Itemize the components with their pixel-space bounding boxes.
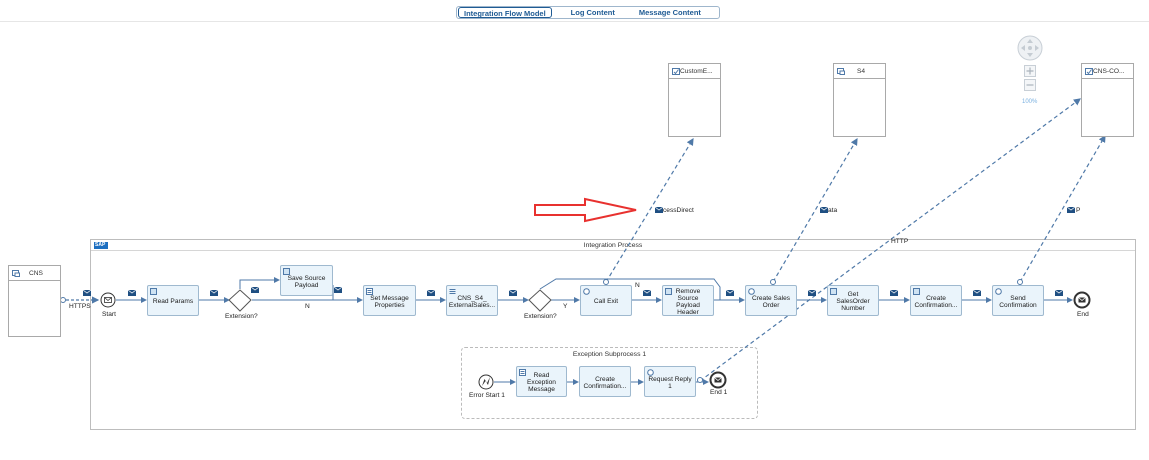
step-create-confirmation[interactable]: Create Confirmation...	[910, 285, 962, 316]
step-create-confirmation-exception[interactable]: Create Confirmation...	[579, 366, 631, 397]
step-read-params[interactable]: Read Params	[147, 285, 199, 316]
end1-label: End 1	[710, 389, 728, 396]
step-call-exit[interactable]: Call Exit	[580, 285, 632, 316]
step-label: Set Message Properties	[370, 294, 409, 309]
script-icon	[283, 268, 290, 275]
flow-label-y: Y	[563, 303, 568, 310]
end-label: End	[1077, 311, 1089, 318]
participant-icon	[12, 270, 20, 277]
message-flows[interactable]	[605, 98, 1106, 382]
script-icon	[830, 288, 837, 295]
red-annotation-arrow-icon	[534, 197, 637, 223]
sender-connection[interactable]	[60, 296, 100, 304]
flow-label-n1: N	[305, 303, 310, 310]
step-remove-source-payload-header[interactable]: Remove Source Payload Header	[662, 285, 714, 316]
zoom-out-icon[interactable]	[1024, 79, 1036, 91]
call-icon	[583, 288, 590, 295]
adapter-label-processdirect: cessDirect	[663, 207, 694, 214]
zoom-level: 100%	[1022, 99, 1038, 105]
envelope-icons	[82, 206, 1076, 296]
step-label: Create Confirmation...	[914, 294, 958, 309]
adapter-label-p: P	[1076, 207, 1081, 214]
adapter-label-https: HTTPS	[69, 303, 91, 310]
adapter-label-http: HTTP	[891, 238, 909, 245]
content-modifier-icon	[519, 369, 526, 376]
step-request-reply-1[interactable]: Request Reply 1	[644, 366, 696, 397]
adapter-label-odata: ata	[828, 207, 838, 214]
step-send-confirmation[interactable]: Send Confirmation	[992, 285, 1044, 316]
step-label: Request Reply 1	[648, 375, 692, 390]
receiver-participant-s4[interactable]: S4	[833, 63, 886, 137]
step-label: Save Source Payload	[287, 274, 326, 289]
call-icon	[995, 288, 1002, 295]
step-read-exception-message[interactable]: Read Exception Message	[516, 366, 567, 397]
start-label: Start	[102, 311, 116, 318]
error-start-label: Error Start 1	[469, 392, 505, 399]
receiver-participant-custome[interactable]: CustomE...	[668, 63, 721, 137]
gateway-extension-1[interactable]	[228, 289, 252, 312]
step-cns-s4-external[interactable]: CNS_S4_ ExternalSales...	[446, 285, 498, 316]
gateway-extension-1-label: Extension?	[225, 313, 258, 320]
step-label: Create Confirmation...	[583, 375, 627, 390]
start-event[interactable]	[100, 292, 116, 308]
receiver1-label: CustomE...	[680, 68, 713, 75]
step-set-message-properties[interactable]: Set Message Properties	[363, 285, 416, 316]
step-label: Call Exit	[593, 298, 619, 305]
error-start-event[interactable]	[478, 374, 494, 390]
end-event[interactable]	[1073, 291, 1091, 309]
step-label: Read Params	[152, 298, 194, 305]
end-event-1[interactable]	[709, 371, 727, 389]
participant-icon	[672, 68, 680, 75]
pan-control-icon[interactable]	[1017, 35, 1043, 61]
step-label: Create Sales Order	[751, 294, 791, 309]
script-icon	[665, 288, 672, 295]
sender-participant-cns[interactable]: CNS	[8, 265, 61, 337]
participant-icon	[837, 68, 845, 75]
step-label: Read Exception Message	[527, 372, 556, 393]
content-modifier-icon	[366, 288, 373, 295]
call-icon	[647, 369, 654, 376]
step-get-salesorder-number[interactable]: Get SalesOrder Number	[827, 285, 879, 316]
step-label: Remove Source Payload Header	[675, 287, 701, 316]
step-create-sales-order[interactable]: Create Sales Order	[745, 285, 797, 316]
script-icon	[150, 288, 157, 295]
call-icon	[748, 288, 755, 295]
gateway-extension-2-label: Extension?	[524, 313, 557, 320]
receiver3-label: CNS-CO...	[1093, 68, 1125, 75]
diagram-connectors	[60, 98, 1106, 390]
receiver-participant-cns-co[interactable]: CNS-CO...	[1081, 63, 1134, 137]
step-label: CNS_S4_ ExternalSales...	[448, 294, 496, 309]
participant-icon	[1085, 68, 1093, 75]
gateway-extension-2[interactable]	[528, 289, 552, 312]
sender-label: CNS	[29, 270, 43, 277]
step-save-source-payload[interactable]: Save Source Payload	[280, 265, 333, 296]
flow-label-n2: N	[635, 282, 640, 289]
receiver2-label: S4	[857, 68, 866, 75]
script-icon	[913, 288, 920, 295]
mapping-icon	[449, 289, 456, 294]
step-label: Get SalesOrder Number	[836, 291, 870, 312]
zoom-in-icon[interactable]	[1024, 65, 1036, 77]
step-label: Send Confirmation	[999, 294, 1037, 309]
